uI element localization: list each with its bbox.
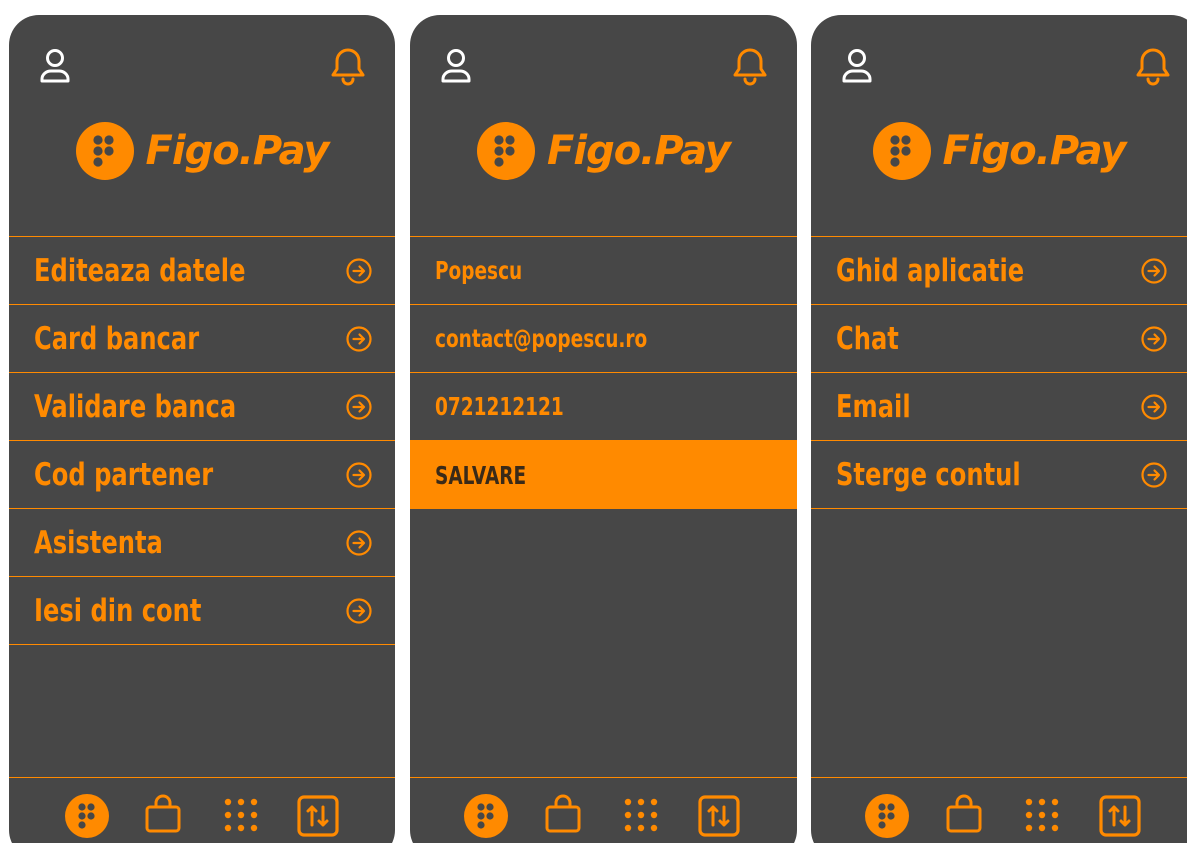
transfer-icon[interactable] — [698, 795, 740, 837]
transfer-icon[interactable] — [297, 795, 339, 837]
brand-name: Figo.Pay — [942, 128, 1127, 174]
figo-dots-logo-icon — [75, 122, 134, 180]
arrow-right-circle-icon — [346, 529, 372, 556]
email-field[interactable]: contact@popescu.ro — [410, 305, 797, 373]
phone-value: 0721212121 — [435, 392, 564, 421]
name-field[interactable]: Popescu — [410, 237, 797, 305]
arrow-right-circle-icon — [346, 461, 372, 488]
arrow-right-circle-icon — [346, 257, 372, 284]
menu-item-label: Ghid aplicatie — [836, 252, 1025, 289]
menu-item-card-bancar[interactable]: Card bancar — [9, 305, 395, 373]
menu-item-cod-partener[interactable]: Cod partener — [9, 441, 395, 509]
menu-item-label: Asistenta — [34, 524, 163, 561]
transfer-icon[interactable] — [1099, 795, 1141, 837]
arrow-right-circle-icon — [1141, 257, 1167, 284]
menu-item-email[interactable]: Email — [811, 373, 1187, 441]
figo-home-icon[interactable] — [65, 794, 109, 838]
menu-item-label: Editeaza datele — [34, 252, 246, 289]
shopping-bag-icon[interactable] — [945, 792, 983, 834]
brand-name: Figo.Pay — [145, 128, 330, 174]
menu-item-label: Email — [836, 388, 911, 425]
menu-item-label: Validare banca — [34, 388, 237, 425]
menu-item-label: Sterge contul — [836, 456, 1021, 493]
arrow-right-circle-icon — [346, 325, 372, 352]
apps-grid-icon[interactable] — [222, 796, 260, 834]
menu-item-validare-banca[interactable]: Validare banca — [9, 373, 395, 441]
edit-data-screen: Figo.Pay Popescu contact@popescu.ro 0721… — [410, 15, 797, 843]
bottom-nav — [811, 777, 1187, 843]
edit-form: Popescu contact@popescu.ro 0721212121 SA… — [410, 236, 797, 509]
profile-menu: Editeaza datele Card bancar Validare ban… — [9, 236, 395, 645]
figo-home-icon[interactable] — [865, 794, 909, 838]
brand-logo: Figo.Pay — [410, 119, 797, 183]
shopping-bag-icon[interactable] — [144, 792, 182, 834]
brand-logo: Figo.Pay — [9, 119, 395, 183]
screens-canvas: Figo.Pay Editeaza datele Card bancar Val… — [0, 0, 1187, 843]
figo-dots-logo-icon — [477, 122, 536, 180]
figo-dots-logo-icon — [872, 122, 931, 180]
menu-item-label: Chat — [836, 320, 899, 357]
menu-item-label: Iesi din cont — [34, 592, 202, 629]
phone-field[interactable]: 0721212121 — [410, 373, 797, 441]
bell-icon[interactable] — [733, 46, 767, 86]
brand-logo: Figo.Pay — [811, 119, 1187, 183]
menu-item-editeaza-datele[interactable]: Editeaza datele — [9, 237, 395, 305]
shopping-bag-icon[interactable] — [544, 792, 582, 834]
apps-grid-icon[interactable] — [622, 796, 660, 834]
arrow-right-circle-icon — [1141, 461, 1167, 488]
bell-icon[interactable] — [1136, 46, 1170, 86]
apps-grid-icon[interactable] — [1023, 796, 1061, 834]
menu-item-asistenta[interactable]: Asistenta — [9, 509, 395, 577]
support-menu: Ghid aplicatie Chat Email Sterge contul — [811, 236, 1187, 509]
save-button[interactable]: SALVARE — [410, 441, 797, 509]
arrow-right-circle-icon — [346, 597, 372, 624]
menu-item-sterge-contul[interactable]: Sterge contul — [811, 441, 1187, 509]
support-menu-screen: Figo.Pay Ghid aplicatie Chat Email Sterg… — [811, 15, 1187, 843]
bell-icon[interactable] — [331, 46, 365, 86]
bottom-nav — [9, 777, 395, 843]
user-icon[interactable] — [39, 48, 71, 84]
name-value: Popescu — [435, 256, 523, 285]
menu-item-ghid-aplicatie[interactable]: Ghid aplicatie — [811, 237, 1187, 305]
menu-item-iesi-din-cont[interactable]: Iesi din cont — [9, 577, 395, 645]
profile-menu-screen: Figo.Pay Editeaza datele Card bancar Val… — [9, 15, 395, 843]
arrow-right-circle-icon — [1141, 393, 1167, 420]
arrow-right-circle-icon — [1141, 325, 1167, 352]
menu-item-label: Cod partener — [34, 456, 214, 493]
arrow-right-circle-icon — [346, 393, 372, 420]
menu-item-chat[interactable]: Chat — [811, 305, 1187, 373]
menu-item-label: Card bancar — [34, 320, 200, 357]
user-icon[interactable] — [841, 48, 873, 84]
save-button-label: SALVARE — [435, 461, 527, 490]
figo-home-icon[interactable] — [464, 794, 508, 838]
email-value: contact@popescu.ro — [435, 324, 648, 353]
user-icon[interactable] — [440, 48, 472, 84]
bottom-nav — [410, 777, 797, 843]
brand-name: Figo.Pay — [547, 128, 731, 174]
